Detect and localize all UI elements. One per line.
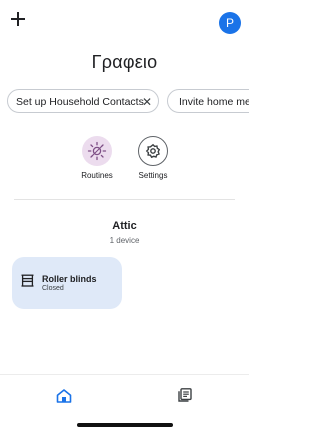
settings-button[interactable]: Settings: [123, 136, 183, 180]
avatar[interactable]: P: [219, 12, 241, 34]
chip-setup-household-contacts[interactable]: Set up Household Contacts ✕: [7, 89, 159, 113]
divider: [14, 199, 235, 200]
system-home-indicator[interactable]: [77, 423, 173, 427]
settings-label: Settings: [138, 171, 168, 180]
suggestion-chips: Set up Household Contacts ✕ Invite home …: [0, 89, 249, 115]
blinds-icon: [21, 274, 34, 287]
chip-label: Invite home mem: [179, 96, 249, 108]
routines-label: Routines: [81, 171, 113, 180]
routines-icon: [82, 136, 112, 166]
home-icon[interactable]: [56, 389, 72, 403]
bottom-nav: [0, 374, 249, 434]
device-status: Closed: [42, 285, 64, 292]
top-bar: P: [0, 0, 249, 46]
room-device-count: 1 device: [109, 236, 140, 245]
gear-icon: [138, 136, 168, 166]
add-icon[interactable]: [9, 10, 27, 28]
home-title[interactable]: Γραφειο: [0, 52, 249, 73]
list-document-icon[interactable]: [178, 388, 192, 402]
chip-label: Set up Household Contacts: [16, 96, 144, 108]
routines-button[interactable]: Routines: [67, 136, 127, 180]
room-name[interactable]: Attic: [0, 220, 249, 232]
close-icon[interactable]: ✕: [142, 90, 152, 112]
device-card-roller-blinds[interactable]: Roller blinds Closed: [12, 257, 122, 309]
device-name: Roller blinds: [42, 274, 97, 284]
chip-invite-home-members[interactable]: Invite home mem: [167, 89, 249, 113]
